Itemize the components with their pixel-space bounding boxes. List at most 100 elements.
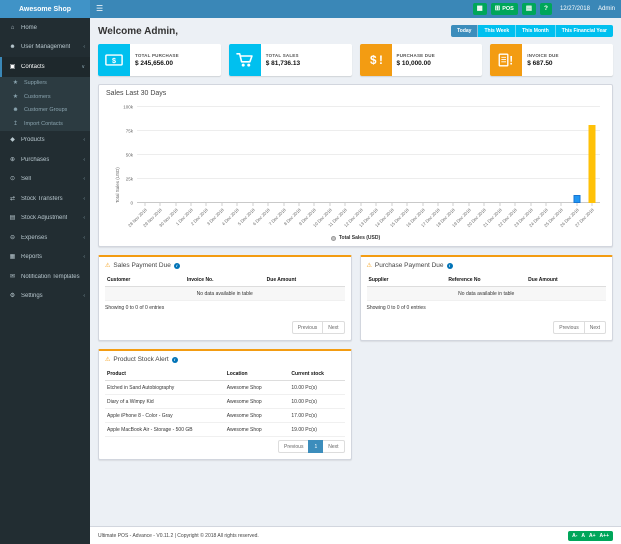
sidebar-item-label: Suppliers (24, 80, 47, 87)
navbar-buttons: ▦ ⊞ POS ▤? (472, 3, 552, 15)
pagination: Previous Next (361, 318, 613, 340)
calculator-icon: ▦ (476, 4, 483, 12)
next-button[interactable]: Next (322, 321, 345, 334)
table-cell: 19.00 Pc(s) (289, 422, 345, 437)
sidebar-item-home[interactable]: ⌂ Home (0, 18, 90, 38)
entries-info: Showing 0 to 0 of 0 entries (105, 305, 165, 311)
sidebar-item-purchases[interactable]: ⊕ Purchases ‹ (0, 150, 90, 170)
x-tick (144, 203, 146, 206)
minus-circle-icon: ⊖ (9, 234, 16, 241)
brand-logo[interactable]: Awesome Shop (0, 0, 90, 18)
table-cell: Awesome Shop (224, 380, 290, 395)
sidebar-item-label: Sell (21, 176, 32, 183)
chevron-left-icon: ‹ (83, 293, 85, 300)
chevron-left-icon: ‹ (83, 215, 85, 222)
main-content: Welcome Admin, Today This Week This Month T… (90, 18, 621, 526)
calculator-button[interactable]: ▦ (472, 3, 487, 15)
sidebar-item-products[interactable]: ◆ Products ‹ (0, 131, 90, 151)
sidebar-item-user-management[interactable]: ☻ User Management ‹ (0, 38, 90, 58)
sidebar-item-stock-transfers[interactable]: ⇄ Stock Transfers ‹ (0, 189, 90, 209)
sidebar-item-customers[interactable]: ★ Customers (0, 90, 90, 104)
x-tick (252, 203, 254, 206)
stat-card-value: $ 245,656.00 (135, 59, 173, 67)
font-size-a[interactable]: A+ (589, 533, 596, 539)
sidebar-item-contacts[interactable]: ▣ Contacts ∨ (0, 57, 90, 77)
sidebar-toggle-icon[interactable]: ☰ (96, 5, 103, 13)
gridline (137, 154, 600, 155)
sidebar-item-label: Settings (21, 293, 43, 300)
table-row: Apple MacBook Air - Storage - 500 GB Awes… (105, 422, 345, 437)
chart-legend[interactable]: Total Sales (USD) (99, 231, 612, 246)
table-row: Etched in Sand Autobiography Awesome Shop… (105, 380, 345, 395)
column-header: Product (105, 367, 225, 381)
info-icon[interactable]: i (446, 262, 453, 269)
x-tick (560, 203, 562, 206)
table-cell: Awesome Shop (224, 408, 290, 423)
sidebar-item-suppliers[interactable]: ★ Suppliers (0, 77, 90, 91)
empty-table-message: No data available in table (366, 286, 606, 301)
y-tick-label: 25k (125, 175, 133, 181)
stat-card-body: PURCHASE DUE $ 10,000.00 (392, 44, 440, 76)
previous-button[interactable]: Previous (277, 440, 310, 453)
filter-this-financial-year[interactable]: This Financial Year (555, 25, 613, 37)
table-cell: 10.00 Pc(s) (289, 394, 345, 409)
dot-circle-icon: ⊙ (9, 176, 16, 183)
exchange-icon: ⇄ (9, 195, 16, 202)
sidebar-item-settings[interactable]: ⚙ Settings ‹ (0, 287, 90, 307)
x-tick (159, 203, 161, 206)
font-size-a[interactable]: A (581, 533, 585, 539)
chevron-left-icon: ‹ (83, 44, 85, 51)
x-tick (267, 203, 269, 206)
sidebar-item-expenses[interactable]: ⊖ Expenses ‹ (0, 228, 90, 248)
register-button[interactable]: ▤ (521, 3, 536, 15)
stat-card-purchase-due: $! PURCHASE DUE $ 10,000.00 (359, 44, 483, 76)
sidebar-item-reports[interactable]: ▦ Reports ‹ (0, 248, 90, 268)
address-book-icon: ▣ (9, 63, 16, 70)
x-tick (375, 203, 377, 206)
chevron-left-icon: ‹ (83, 195, 85, 202)
info-icon[interactable]: i (171, 356, 178, 363)
stat-card-label: TOTAL PURCHASE (135, 53, 179, 59)
stat-card-value: $ 81,736.13 (265, 59, 301, 67)
pos-button[interactable]: ⊞ POS (490, 3, 518, 15)
panel-title: ⚠ Sales Payment Due i (99, 257, 351, 273)
page-number-button[interactable]: 1 (308, 440, 324, 453)
font-size-a[interactable]: A++ (600, 533, 609, 539)
pagination: Previous 1 Next (99, 437, 351, 459)
user-menu[interactable]: Admin (598, 6, 615, 12)
next-button[interactable]: Next (322, 440, 345, 453)
x-tick (576, 203, 578, 206)
help-button[interactable]: ? (539, 3, 552, 15)
sidebar-item-label: Customers (24, 93, 51, 100)
info-icon[interactable]: i (173, 262, 180, 269)
sidebar-item-sell[interactable]: ⊙ Sell ‹ (0, 170, 90, 190)
nav-btn-label: POS (502, 6, 514, 12)
table-cell: Apple iPhone 8 - Color - Gray (105, 408, 225, 423)
x-tick (221, 203, 223, 206)
panel-title: ⚠ Purchase Payment Due i (361, 257, 613, 273)
panel-title-text: Product Stock Alert (113, 356, 169, 363)
previous-button[interactable]: Previous (291, 321, 324, 334)
sidebar-item-customer-groups[interactable]: ☻ Customer Groups (0, 104, 90, 118)
sidebar-item-notification-templates[interactable]: ✉ Notification Templates (0, 267, 90, 287)
sidebar-item-label: Stock Adjustment (21, 215, 68, 222)
dollar-alert-icon: $! (359, 44, 392, 76)
previous-button[interactable]: Previous (553, 321, 585, 334)
filter-this-month[interactable]: This Month (516, 25, 556, 37)
stat-card-value: $ 687.50 (527, 59, 553, 67)
table-cell: Awesome Shop (224, 422, 290, 437)
x-tick (298, 203, 300, 206)
font-size-a[interactable]: A- (572, 533, 577, 539)
sidebar-item-import-contacts[interactable]: ↥ Import Contacts (0, 117, 90, 131)
x-tick (283, 203, 285, 206)
footer: Ultimate POS - Advance - V0.11.2 | Copyr… (90, 526, 621, 544)
filter-today[interactable]: Today (451, 25, 479, 37)
sidebar-item-stock-adjustment[interactable]: ▤ Stock Adjustment ‹ (0, 209, 90, 229)
filter-this-week[interactable]: This Week (478, 25, 517, 37)
page-title: Welcome Admin, (98, 26, 179, 37)
sidebar-item-label: Reports (21, 254, 43, 261)
sidebar-item-label: Stock Transfers (21, 195, 63, 202)
column-header: Current stock (289, 367, 345, 381)
next-button[interactable]: Next (583, 321, 606, 334)
empty-table-message: No data available in table (105, 286, 345, 301)
